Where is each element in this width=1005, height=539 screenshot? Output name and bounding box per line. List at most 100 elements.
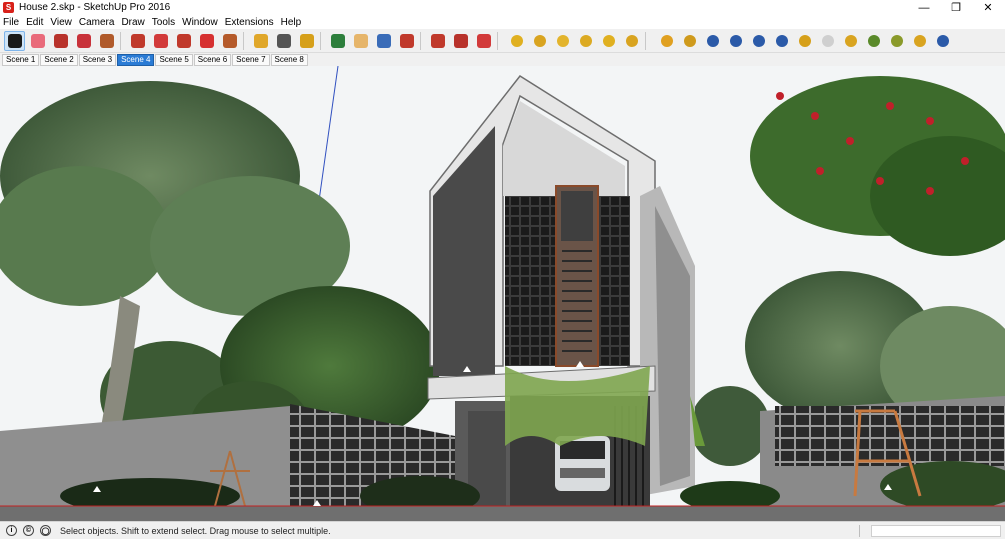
tape-measure-tool-button[interactable]: [250, 31, 271, 51]
warehouse-button[interactable]: [427, 31, 448, 51]
measurements-divider: [859, 525, 865, 537]
plugin-tool-1-button[interactable]: [506, 31, 527, 51]
render-tool-10-button[interactable]: [863, 31, 884, 51]
toolbar-separator: [420, 32, 421, 50]
minimize-button[interactable]: —: [909, 0, 939, 15]
scene-tab-6[interactable]: Scene 6: [193, 53, 232, 66]
toolbar-separator: [645, 32, 646, 50]
shape-tool-button[interactable]: [96, 31, 117, 51]
render-tool-4-button[interactable]: [725, 31, 746, 51]
plugin-tool-3-button[interactable]: [552, 31, 573, 51]
menu-extensions[interactable]: Extensions: [222, 17, 278, 28]
render-tool-11-button[interactable]: [886, 31, 907, 51]
line-tool-button[interactable]: [50, 31, 71, 51]
menu-window[interactable]: Window: [179, 17, 222, 28]
push-pull-tool-button[interactable]: [127, 31, 148, 51]
info-icon: [936, 35, 949, 47]
arc-tool-button[interactable]: [73, 31, 94, 51]
zoom-extents-icon: [399, 34, 414, 48]
rotate-icon: [199, 34, 214, 48]
orbit-icon: [330, 34, 345, 48]
move-arrows-icon: [176, 34, 191, 48]
scene-tab-5[interactable]: Scene 5: [155, 53, 193, 66]
render-tool-12-button[interactable]: [909, 31, 930, 51]
hand-icon: [353, 34, 368, 48]
menu-edit[interactable]: Edit: [23, 17, 47, 28]
eraser-icon: [30, 34, 45, 48]
render-tool-3-button[interactable]: [702, 31, 723, 51]
help-icon: [775, 35, 788, 47]
plugin-tool-2-button[interactable]: [529, 31, 550, 51]
tree-icon: [867, 35, 880, 47]
layout-icon: [476, 34, 491, 48]
select-tool-button[interactable]: [4, 31, 25, 51]
render-tool-9-button[interactable]: [840, 31, 861, 51]
scene-tab-3[interactable]: Scene 3: [78, 53, 117, 66]
menu-bar: File Edit View Camera Draw Tools Window …: [0, 15, 1005, 29]
credits-icon[interactable]: ©: [23, 525, 34, 536]
menu-tools[interactable]: Tools: [149, 17, 179, 28]
scene-tab-7[interactable]: Scene 7: [232, 53, 270, 66]
render-tool-8-button[interactable]: [817, 31, 838, 51]
magnifier-icon: [376, 34, 391, 48]
arc-icon: [76, 34, 91, 48]
scale-tool-button[interactable]: [219, 31, 240, 51]
render-tool-2-button[interactable]: [679, 31, 700, 51]
arrow-cursor-icon: [7, 34, 22, 48]
rotate-tool-button[interactable]: [196, 31, 217, 51]
move-tool-button[interactable]: [173, 31, 194, 51]
plugin-tool-6-button[interactable]: [621, 31, 642, 51]
menu-camera[interactable]: Camera: [76, 17, 119, 28]
warehouse-icon: [430, 34, 445, 48]
paint-bucket-tool-button[interactable]: [296, 31, 317, 51]
sphere-icon: [602, 35, 615, 47]
text-tool-button[interactable]: [273, 31, 294, 51]
sketchup-logo-icon: S: [3, 2, 14, 13]
flag-icon: [556, 35, 569, 47]
render-tool-5-button[interactable]: [748, 31, 769, 51]
render-tool-1-button[interactable]: [656, 31, 677, 51]
toolbar-separator: [320, 32, 321, 50]
extension-warehouse-button[interactable]: [450, 31, 471, 51]
menu-help[interactable]: Help: [278, 17, 306, 28]
eraser-tool-button[interactable]: [27, 31, 48, 51]
render-tool-6-button[interactable]: [771, 31, 792, 51]
scene-tab-2[interactable]: Scene 2: [40, 53, 78, 66]
zoom-tool-button[interactable]: [373, 31, 394, 51]
close-button[interactable]: ✕: [973, 0, 1003, 15]
pan-tool-button[interactable]: [350, 31, 371, 51]
menu-file[interactable]: File: [0, 17, 23, 28]
toolbar-separator: [497, 32, 498, 50]
toolbar-separator: [243, 32, 244, 50]
rectangle-icon: [99, 34, 114, 48]
push-pull-icon: [130, 34, 145, 48]
render-tool-13-button[interactable]: [932, 31, 953, 51]
plane-icon: [844, 35, 857, 47]
send-to-layout-button[interactable]: [473, 31, 494, 51]
material-icon: [660, 35, 673, 47]
plugin-tool-5-button[interactable]: [598, 31, 619, 51]
scene-tab-4[interactable]: Scene 4: [117, 53, 155, 66]
restore-button[interactable]: ❐: [941, 0, 971, 15]
plugin-tool-4-button[interactable]: [575, 31, 596, 51]
orbit-tool-button[interactable]: [327, 31, 348, 51]
model-viewport[interactable]: [0, 66, 1005, 521]
window-title: House 2.skp - SketchUp Pro 2016: [19, 2, 171, 13]
measurements-input[interactable]: [871, 525, 1001, 537]
sun-icon: [913, 35, 926, 47]
follow-me-tool-button[interactable]: [150, 31, 171, 51]
follow-me-icon: [153, 34, 168, 48]
scene-tab-8[interactable]: Scene 8: [270, 53, 308, 66]
menu-draw[interactable]: Draw: [118, 17, 148, 28]
geo-location-icon[interactable]: i: [6, 525, 17, 536]
scene-tab-1[interactable]: Scene 1: [2, 53, 40, 66]
menu-view[interactable]: View: [47, 17, 76, 28]
toolbar-separator: [120, 32, 121, 50]
paint-bucket-icon: [299, 34, 314, 48]
lamp-icon: [533, 35, 546, 47]
main-toolbar: [0, 29, 1005, 53]
tree2-icon: [890, 35, 903, 47]
zoom-extents-tool-button[interactable]: [396, 31, 417, 51]
user-icon[interactable]: ◯: [40, 525, 51, 536]
render-tool-7-button[interactable]: [794, 31, 815, 51]
